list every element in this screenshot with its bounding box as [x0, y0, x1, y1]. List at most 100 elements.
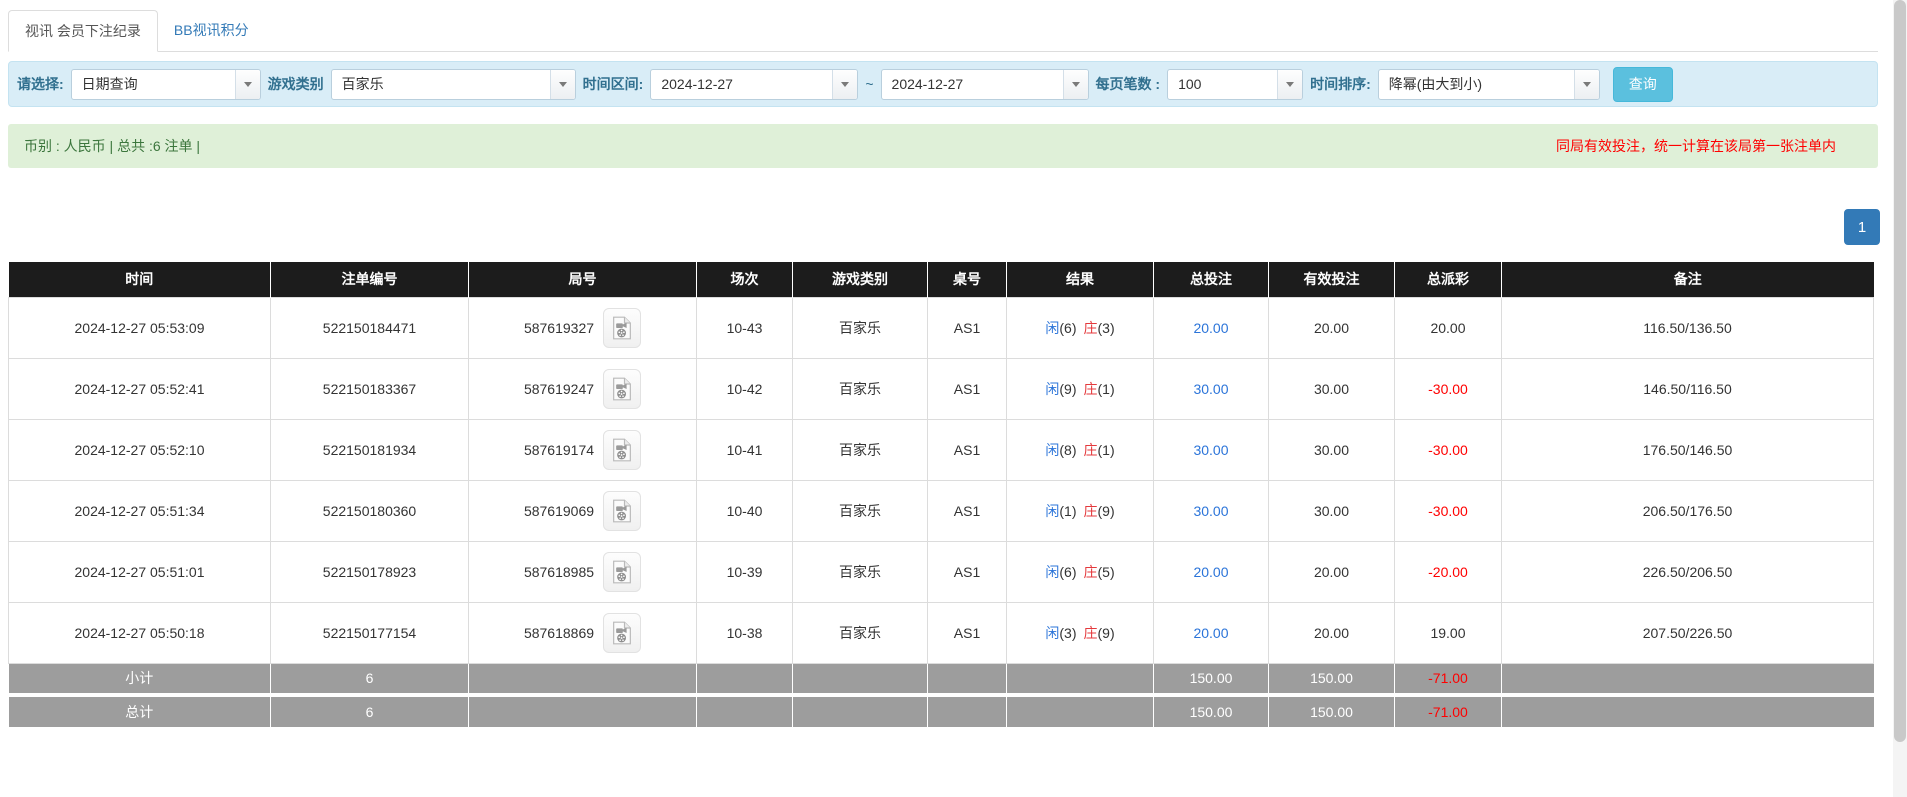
- game-type-cell: 百家乐: [793, 358, 928, 419]
- valid-bet-cell: 20.00: [1269, 541, 1395, 602]
- session-cell: 10-38: [697, 602, 793, 663]
- payout-cell: 19.00: [1395, 602, 1502, 663]
- tab-video-betting-records[interactable]: 视讯 会员下注纪录: [8, 10, 158, 52]
- banker-result: 庄: [1084, 564, 1098, 580]
- empty-cell: [697, 663, 793, 695]
- page-size-label: 每页笔数 :: [1096, 74, 1161, 94]
- range-separator: ~: [865, 76, 873, 92]
- round-cell: 587618985: [469, 541, 697, 602]
- total-valid-bet: 150.00: [1269, 695, 1395, 727]
- table-no-cell: AS1: [928, 480, 1007, 541]
- search-button[interactable]: 查询: [1613, 67, 1673, 102]
- session-cell: 10-41: [697, 419, 793, 480]
- column-header-note: 备注: [1502, 262, 1874, 297]
- vertical-scrollbar[interactable]: [1893, 0, 1907, 797]
- total-bet-link[interactable]: 20.00: [1193, 625, 1228, 641]
- table-row: 2024-12-27 05:52:41 522150183367 5876192…: [9, 358, 1874, 419]
- time-cell: 2024-12-27 05:51:01: [9, 541, 271, 602]
- column-header-total-bet: 总投注: [1154, 262, 1269, 297]
- valid-bet-cell: 20.00: [1269, 602, 1395, 663]
- empty-cell: [1502, 663, 1874, 695]
- round-cell: 587619327: [469, 297, 697, 358]
- payout-cell: 20.00: [1395, 297, 1502, 358]
- session-cell: 10-43: [697, 297, 793, 358]
- date-from-input[interactable]: 2024-12-27: [650, 69, 858, 100]
- caret-down-icon[interactable]: [1277, 70, 1302, 99]
- total-label: 总计: [9, 695, 271, 727]
- caret-down-icon[interactable]: [235, 70, 260, 99]
- subtotal-total-bet: 150.00: [1154, 663, 1269, 695]
- time-cell: 2024-12-27 05:52:41: [9, 358, 271, 419]
- bet-id-cell: 522150183367: [271, 358, 469, 419]
- total-count: 6: [271, 695, 469, 727]
- total-bet-link[interactable]: 20.00: [1193, 564, 1228, 580]
- bet-id-cell: 522150184471: [271, 297, 469, 358]
- bet-id-cell: 522150177154: [271, 602, 469, 663]
- table-no-cell: AS1: [928, 602, 1007, 663]
- round-id: 587619069: [524, 503, 594, 519]
- empty-cell: [793, 663, 928, 695]
- caret-down-icon[interactable]: [1063, 70, 1088, 99]
- column-header-valid-bet: 有效投注: [1269, 262, 1395, 297]
- total-bet-link[interactable]: 30.00: [1193, 381, 1228, 397]
- scrollbar-thumb[interactable]: [1894, 0, 1906, 742]
- total-row: 总计 6 150.00 150.00 -71.00: [9, 695, 1874, 727]
- player-result: 闲: [1045, 564, 1059, 580]
- game-type-cell: 百家乐: [793, 297, 928, 358]
- subtotal-valid-bet: 150.00: [1269, 663, 1395, 695]
- round-cell: 587618869: [469, 602, 697, 663]
- player-result: 闲: [1045, 503, 1059, 519]
- sort-order-select[interactable]: 降幂(由大到小): [1378, 69, 1600, 100]
- total-bet-link[interactable]: 30.00: [1193, 442, 1228, 458]
- tab-bb-video-points[interactable]: BB视讯积分: [158, 10, 265, 51]
- subtotal-count: 6: [271, 663, 469, 695]
- column-header-time: 时间: [9, 262, 271, 297]
- column-header-bet-id: 注单编号: [271, 262, 469, 297]
- total-total-bet: 150.00: [1154, 695, 1269, 727]
- betting-records-page: 视讯 会员下注纪录 BB视讯积分 请选择: 日期查询 游戏类别 百家乐 时间区间…: [0, 0, 1893, 727]
- time-cell: 2024-12-27 05:52:10: [9, 419, 271, 480]
- column-header-game-type: 游戏类别: [793, 262, 928, 297]
- date-to-value: 2024-12-27: [882, 70, 1063, 99]
- query-type-select[interactable]: 日期查询: [71, 69, 261, 100]
- betting-records-table: 时间 注单编号 局号 场次 游戏类别 桌号 结果 总投注 有效投注 总派彩 备注…: [8, 262, 1874, 727]
- payout-cell: -30.00: [1395, 480, 1502, 541]
- total-bet-link[interactable]: 20.00: [1193, 320, 1228, 336]
- banker-result: 庄: [1084, 381, 1098, 397]
- page-size-select[interactable]: 100: [1167, 69, 1303, 100]
- game-type-cell: 百家乐: [793, 541, 928, 602]
- valid-bet-cell: 30.00: [1269, 358, 1395, 419]
- page-1-button[interactable]: 1: [1844, 209, 1880, 245]
- table-no-cell: AS1: [928, 358, 1007, 419]
- empty-cell: [1007, 695, 1154, 727]
- caret-down-icon[interactable]: [1574, 70, 1599, 99]
- date-to-input[interactable]: 2024-12-27: [881, 69, 1089, 100]
- video-replay-button[interactable]: [603, 369, 641, 409]
- session-cell: 10-40: [697, 480, 793, 541]
- caret-down-icon[interactable]: [550, 70, 575, 99]
- video-file-icon: [612, 316, 632, 340]
- video-replay-button[interactable]: [603, 552, 641, 592]
- total-bet-cell: 30.00: [1154, 358, 1269, 419]
- column-header-result: 结果: [1007, 262, 1154, 297]
- banker-result: 庄: [1084, 320, 1098, 336]
- total-bet-link[interactable]: 30.00: [1193, 503, 1228, 519]
- empty-cell: [697, 695, 793, 727]
- game-type-select[interactable]: 百家乐: [331, 69, 576, 100]
- video-replay-button[interactable]: [603, 613, 641, 653]
- video-replay-button[interactable]: [603, 430, 641, 470]
- caret-down-icon[interactable]: [832, 70, 857, 99]
- round-id: 587618985: [524, 564, 594, 580]
- result-cell: 闲(3)庄(9): [1007, 602, 1154, 663]
- player-result: 闲: [1045, 320, 1059, 336]
- video-file-icon: [612, 377, 632, 401]
- video-replay-button[interactable]: [603, 308, 641, 348]
- tab-bar: 视讯 会员下注纪录 BB视讯积分: [8, 10, 1878, 52]
- result-cell: 闲(8)庄(1): [1007, 419, 1154, 480]
- video-file-icon: [612, 621, 632, 645]
- round-id: 587619174: [524, 442, 594, 458]
- empty-cell: [928, 695, 1007, 727]
- session-cell: 10-42: [697, 358, 793, 419]
- video-replay-button[interactable]: [603, 491, 641, 531]
- note-cell: 176.50/146.50: [1502, 419, 1874, 480]
